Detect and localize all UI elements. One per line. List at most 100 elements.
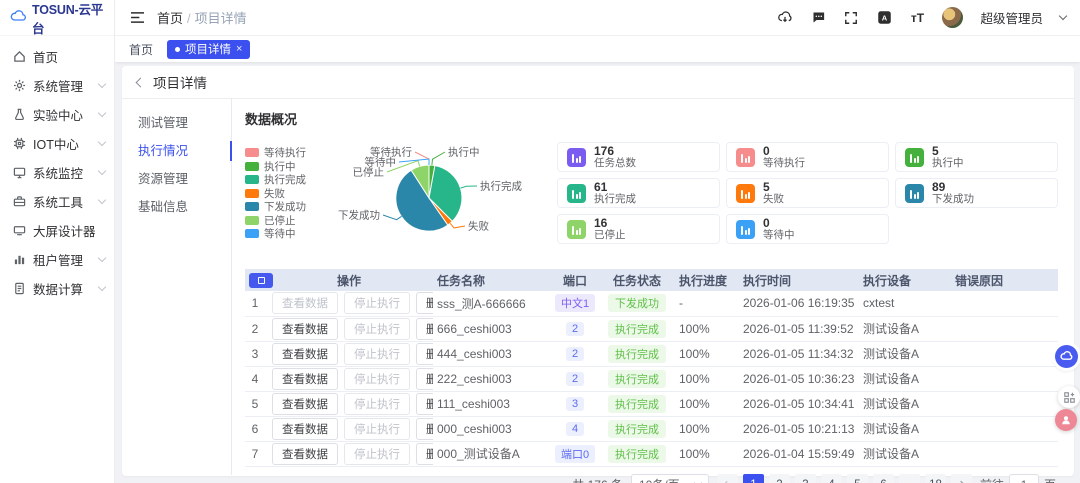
legend-item[interactable]: 失败 xyxy=(245,187,311,201)
view-data-button[interactable]: 查看数据 xyxy=(272,418,338,440)
sidebar-item-system-monitor[interactable]: 系统监控 xyxy=(0,158,114,187)
page-button-4[interactable]: 4 xyxy=(821,474,842,483)
delete-task-button[interactable]: 删除任务 xyxy=(416,443,433,465)
page-button-2[interactable]: 2 xyxy=(769,474,790,483)
legend-item[interactable]: 已停止 xyxy=(245,214,311,228)
more-pages-button[interactable]: ••• xyxy=(899,474,920,483)
breadcrumb-current: 项目详情 xyxy=(195,11,247,26)
font-size-icon[interactable]: тT xyxy=(909,10,925,26)
stat-value: 61 xyxy=(594,181,636,193)
error-reason xyxy=(951,416,1058,441)
user-avatar[interactable] xyxy=(942,7,963,28)
prev-page-button[interactable] xyxy=(717,474,738,483)
project-detail-card: 项目详情 测试管理 执行情况 资源管理 基础信息 数据概况 等待执行 执行中 执… xyxy=(122,66,1074,476)
subnav-test-mgmt[interactable]: 测试管理 xyxy=(122,109,231,137)
stat-card-running: 5执行中 xyxy=(895,142,1058,172)
error-reason xyxy=(951,391,1058,416)
svg-text:执行完成: 执行完成 xyxy=(480,180,522,193)
page-button-6[interactable]: 6 xyxy=(873,474,894,483)
collapse-menu-icon[interactable] xyxy=(129,10,145,26)
goto-page-input[interactable] xyxy=(1009,474,1039,483)
translate-icon[interactable]: A xyxy=(876,10,892,26)
sidebar-item-tenant-mgmt[interactable]: 租户管理 xyxy=(0,245,114,274)
tab-home[interactable]: 首页 xyxy=(129,41,153,58)
stat-card-waiting-exec: 0等待执行 xyxy=(726,142,889,172)
sidebar-item-system-tools[interactable]: 系统工具 xyxy=(0,187,114,216)
delete-task-button[interactable]: 删除任务 xyxy=(416,368,433,390)
stat-label: 执行完成 xyxy=(594,194,636,205)
chevron-down-icon xyxy=(98,138,106,146)
assistant-cloud-button[interactable] xyxy=(1055,345,1078,368)
page-size-select[interactable]: 10条/页 xyxy=(631,474,709,483)
page-button-18[interactable]: 18 xyxy=(925,474,946,483)
stat-label: 已停止 xyxy=(594,230,626,241)
cloud-download-icon[interactable] xyxy=(777,10,793,26)
app-logo[interactable]: TOSUN-云平台 xyxy=(0,0,114,36)
legend-item[interactable]: 执行中 xyxy=(245,160,311,174)
delete-task-button[interactable]: 删除任务 xyxy=(416,292,433,314)
stat-label: 任务总数 xyxy=(594,158,636,169)
view-data-button[interactable]: 查看数据 xyxy=(272,318,338,340)
stop-exec-button: 停止执行 xyxy=(344,292,410,314)
back-chevron-icon[interactable] xyxy=(136,77,146,87)
sidebar-item-label: 系统监控 xyxy=(33,163,83,182)
support-avatar-button[interactable] xyxy=(1055,409,1077,431)
view-data-button[interactable]: 查看数据 xyxy=(272,343,338,365)
apps-grid-button[interactable] xyxy=(1058,386,1080,408)
stat-value: 5 xyxy=(763,181,784,193)
stat-card-stopped: 16已停止 xyxy=(557,214,720,244)
task-status-pie-chart: 等待执行执行中执行完成失败下发成功已停止等待中 xyxy=(311,132,549,258)
sidebar-item-home[interactable]: 首页 xyxy=(0,42,114,71)
view-data-button[interactable]: 查看数据 xyxy=(272,368,338,390)
legend-item[interactable]: 等待执行 xyxy=(245,146,311,160)
stop-exec-button: 停止执行 xyxy=(344,443,410,465)
svg-text:执行中: 执行中 xyxy=(448,146,480,159)
legend-item[interactable]: 等待中 xyxy=(245,227,311,241)
view-data-button[interactable]: 查看数据 xyxy=(272,393,338,415)
active-dot-icon xyxy=(175,47,180,52)
sidebar-item-iot-center[interactable]: IOT中心 xyxy=(0,129,114,158)
exec-time: 2026-01-05 10:34:41 xyxy=(739,391,859,416)
sidebar-item-lab-center[interactable]: 实验中心 xyxy=(0,100,114,129)
breadcrumb-home[interactable]: 首页 xyxy=(157,11,183,26)
table-row: 6 查看数据停止执行删除任务 000_ceshi003 4 执行完成 100% … xyxy=(245,416,1058,441)
card-header: 项目详情 xyxy=(122,66,1074,99)
page-button-1[interactable]: 1 xyxy=(743,474,764,483)
subnav-execution-status[interactable]: 执行情况 xyxy=(122,137,231,165)
col-device: 执行设备 xyxy=(859,269,951,291)
sidebar-item-label: IOT中心 xyxy=(33,134,79,153)
subnav-basic-info[interactable]: 基础信息 xyxy=(122,193,231,221)
port-badge: 2 xyxy=(566,322,584,336)
stat-card-pending: 0等待中 xyxy=(726,214,889,244)
legend-item[interactable]: 执行完成 xyxy=(245,173,311,187)
subnav-resource-mgmt[interactable]: 资源管理 xyxy=(122,165,231,193)
sidebar-item-data-compute[interactable]: 数据计算 xyxy=(0,274,114,303)
fullscreen-icon[interactable] xyxy=(843,10,859,26)
message-icon[interactable] xyxy=(810,10,826,26)
pagination: 共 176 条 10条/页 1 2 3 4 5 6 ••• 18 xyxy=(245,474,1058,483)
view-data-button[interactable]: 查看数据 xyxy=(272,443,338,465)
col-error: 错误原因 xyxy=(951,269,1058,291)
chevron-down-icon xyxy=(98,254,106,262)
next-page-button[interactable] xyxy=(951,474,972,483)
user-dropdown-caret-icon[interactable] xyxy=(1059,12,1067,20)
close-icon[interactable]: × xyxy=(236,44,242,55)
tab-project-detail[interactable]: 项目详情 × xyxy=(167,40,250,59)
stat-barchart-icon xyxy=(567,148,586,167)
stat-barchart-icon xyxy=(905,148,924,167)
select-all-button[interactable] xyxy=(249,273,273,288)
sidebar-item-screen-designer[interactable]: 大屏设计器 xyxy=(0,216,114,245)
page-button-5[interactable]: 5 xyxy=(847,474,868,483)
user-name[interactable]: 超级管理员 xyxy=(980,8,1043,27)
delete-task-button[interactable]: 删除任务 xyxy=(416,318,433,340)
sidebar-item-system-mgmt[interactable]: 系统管理 xyxy=(0,71,114,100)
page-button-3[interactable]: 3 xyxy=(795,474,816,483)
delete-task-button[interactable]: 删除任务 xyxy=(416,393,433,415)
col-port: 端口 xyxy=(551,269,599,291)
legend-item[interactable]: 下发成功 xyxy=(245,200,311,214)
delete-task-button[interactable]: 删除任务 xyxy=(416,343,433,365)
delete-task-button[interactable]: 删除任务 xyxy=(416,418,433,440)
chevron-down-icon xyxy=(98,283,106,291)
exec-time: 2026-01-05 10:21:13 xyxy=(739,416,859,441)
toolbox-icon xyxy=(12,195,26,209)
